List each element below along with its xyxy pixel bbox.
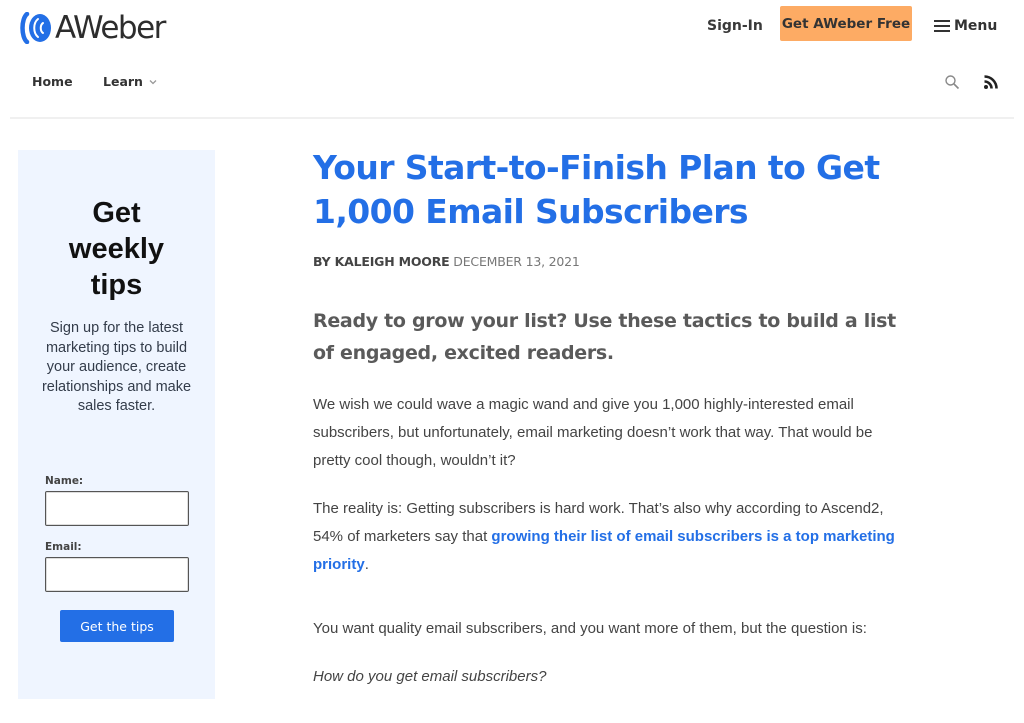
paragraph: The reality is: Getting subscribers is h… [313,495,913,579]
paragraph: You want quality email subscribers, and … [313,620,867,637]
sidebar-title-text: Get weekly tips [68,197,165,301]
article-lead: Ready to grow your list? Use these tacti… [313,310,896,364]
nav-learn-label: Learn [103,74,143,89]
article-byline: BY KALEIGH MOORE DECEMBER 13, 2021 [313,254,913,269]
hamburger-icon [934,20,950,32]
sub-navigation: Home Learn [0,70,1024,96]
email-label: Email: [45,541,82,553]
article-date: DECEMBER 13, 2021 [453,254,580,269]
aweber-logo[interactable]: AWeber [18,9,166,47]
rss-icon[interactable] [983,74,999,90]
nav-home-link[interactable]: Home [32,74,73,89]
italic-question: How do you get email subscribers? [313,668,547,685]
name-label: Name: [45,475,84,487]
byline-prefix: BY [313,254,331,269]
aweber-logo-icon [20,12,51,44]
paragraph: We wish we could wave a magic wand and g… [313,396,873,469]
paragraph-text: . [364,556,369,573]
article-title: Your Start-to-Finish Plan to Get 1,000 E… [313,148,880,231]
get-the-tips-button[interactable]: Get the tips [60,610,174,642]
chevron-down-icon [149,79,157,84]
email-input[interactable] [45,557,189,592]
newsletter-signup-sidebar: Get weekly tips Sign up for the latest m… [18,150,215,699]
site-header: AWeber Sign-In Get AWeber Free Menu [0,0,1024,56]
article: Your Start-to-Finish Plan to Get 1,000 E… [313,146,913,691]
get-aweber-free-button[interactable]: Get AWeber Free [780,6,912,41]
sidebar-title: Get weekly tips [18,195,215,303]
name-input[interactable] [45,491,189,526]
menu-label: Menu [954,18,998,34]
header-divider [10,117,1014,119]
logo-text: AWeber [55,9,166,46]
nav-learn-dropdown[interactable]: Learn [103,74,158,89]
search-icon[interactable] [944,74,960,90]
menu-button[interactable]: Menu [934,14,997,38]
sidebar-description: Sign up for the latest marketing tips to… [41,320,192,414]
sign-in-link[interactable]: Sign-In [707,14,763,38]
author-link[interactable]: KALEIGH MOORE [335,254,450,269]
